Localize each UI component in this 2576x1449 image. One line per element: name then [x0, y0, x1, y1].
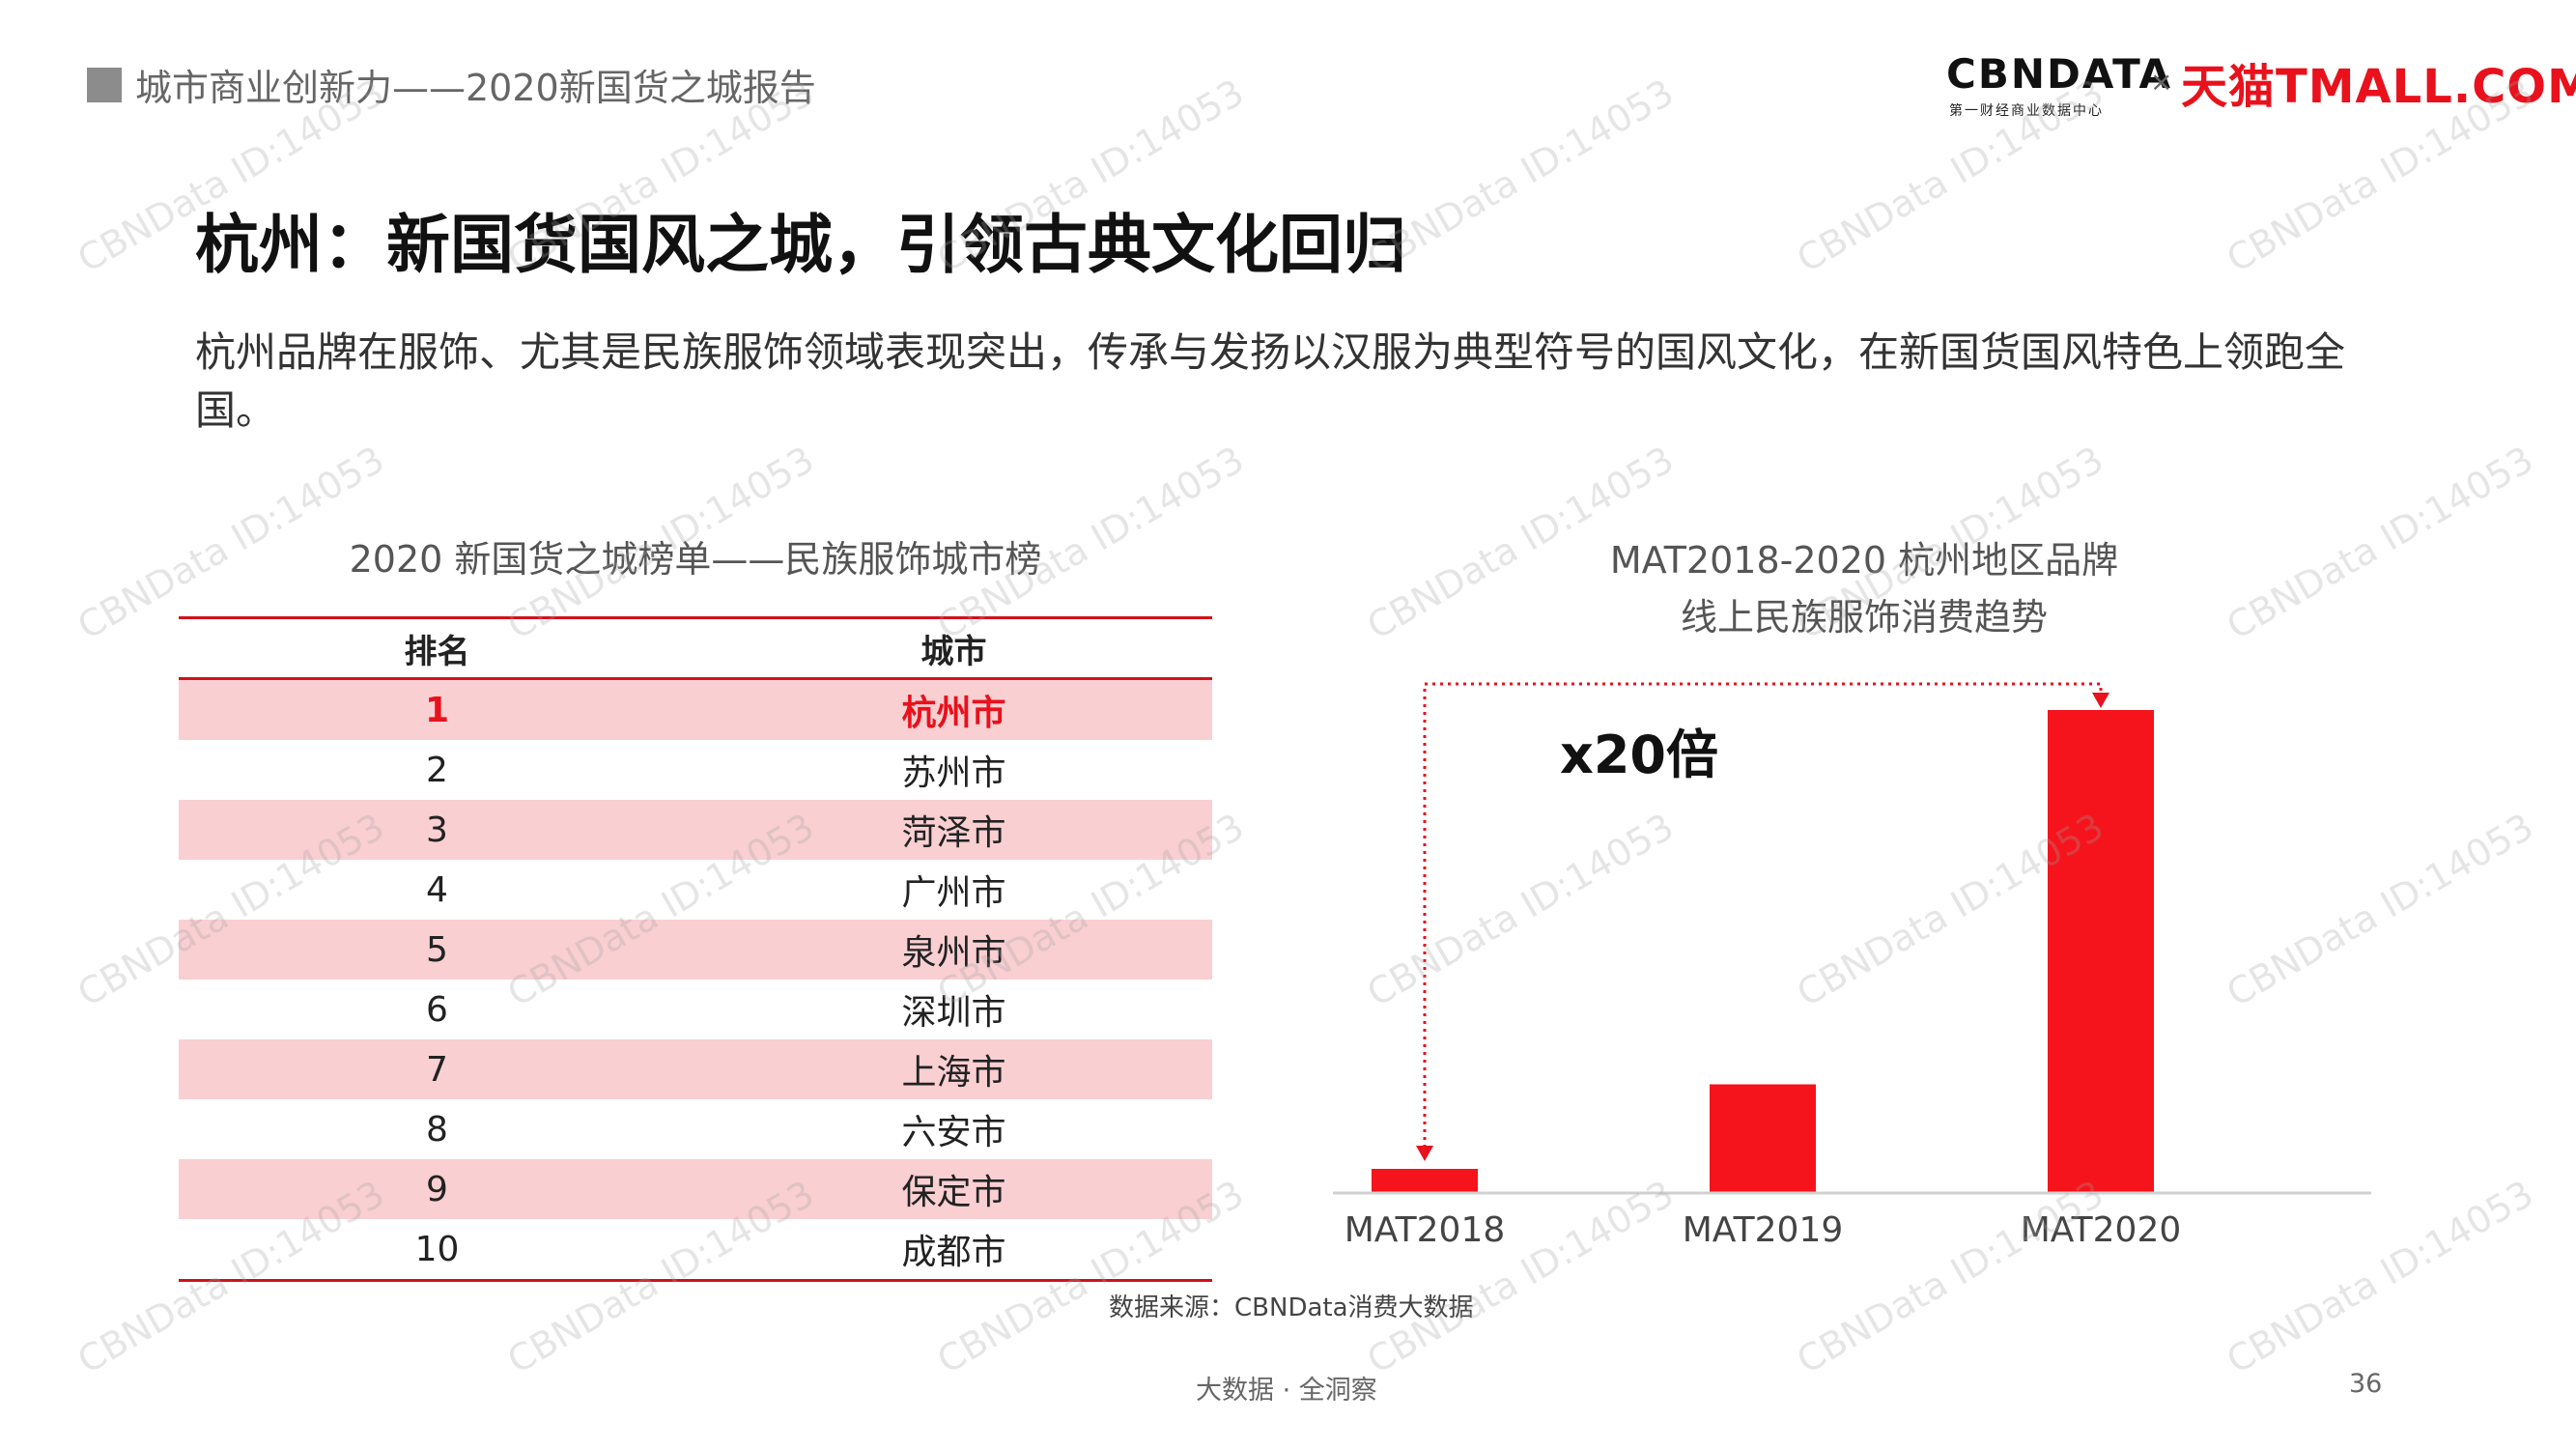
city-cell: 广州市: [901, 873, 1006, 913]
bar-mat2018: [1372, 1169, 1478, 1193]
city-cell: 深圳市: [901, 993, 1006, 1033]
rank-cell: 10: [179, 1219, 696, 1282]
growth-bracket-line: [1423, 682, 2103, 1148]
footer-slogan: 大数据 · 全洞察: [1196, 1376, 1377, 1406]
city-cell: 六安市: [901, 1113, 1006, 1152]
rank-cell: 2: [426, 750, 448, 790]
cbndata-logo: CBNDATA: [1946, 50, 2172, 98]
city-cell: 上海市: [695, 1039, 1212, 1099]
header-rank: 排名: [179, 616, 696, 680]
x-tick-label: MAT2018: [1345, 1210, 1506, 1250]
report-title: 城市商业创新力——2020新国货之城报告: [135, 67, 816, 109]
page-description: 杭州品牌在服饰、尤其是民族服饰领域表现突出，传承与发扬以汉服为典型符号的国风文化…: [195, 328, 2346, 434]
table-row: 7 上海市: [179, 1039, 1212, 1099]
x-tick-label: MAT2020: [2021, 1210, 2182, 1250]
rank-cell: 1: [179, 678, 696, 740]
watermark-text: CBNData ID:14053: [1359, 71, 1682, 281]
chart-bars: [1372, 710, 2154, 1193]
table-row: 5 泉州市: [179, 920, 1212, 980]
bar-mat2020: [2048, 710, 2154, 1193]
x-axis-ticks: MAT2018 MAT2019 MAT2020: [1345, 1210, 2182, 1250]
table-row: 8 六安市: [179, 1099, 1212, 1159]
ranking-table: 排名 城市 1 杭州市 2 苏州市 3 菏泽市 4 广州市 5 泉州市 6 深圳…: [179, 616, 1212, 1282]
city-cell: 杭州市: [695, 678, 1212, 740]
page-number: 36: [2349, 1369, 2383, 1399]
arrow-down-icon: [2092, 693, 2109, 708]
rank-cell: 8: [426, 1109, 448, 1150]
city-cell: 成都市: [695, 1219, 1212, 1282]
consumption-trend-chart: MAT2018-2020 杭州地区品牌 线上民族服饰消费趋势 x20倍 MAT2…: [1333, 539, 2371, 1250]
tmall-logo: 天猫TMALL.COM: [2181, 60, 2576, 114]
table-row: 4 广州市: [179, 860, 1212, 920]
city-cell: 泉州市: [695, 920, 1212, 980]
rank-cell: 7: [179, 1039, 696, 1099]
logo-separator-icon: ×: [2150, 66, 2173, 98]
rank-cell: 6: [426, 989, 448, 1030]
x-tick-label: MAT2019: [1683, 1210, 1844, 1250]
bar-mat2019: [1710, 1084, 1816, 1193]
table-header-row: 排名 城市: [179, 616, 1212, 680]
table-row: 1 杭州市: [179, 678, 1212, 740]
table-row: 6 深圳市: [179, 980, 1212, 1039]
growth-annotation: x20倍: [1560, 724, 1718, 785]
page-title: 杭州：新国货国风之城，引领古典文化回归: [195, 208, 1406, 282]
rank-cell: 4: [426, 869, 448, 910]
data-source: 数据来源：CBNData消费大数据: [1109, 1293, 1474, 1322]
header-city: 城市: [695, 616, 1212, 680]
chart-title: MAT2018-2020 杭州地区品牌: [1610, 539, 2118, 582]
header-square-icon: [87, 68, 122, 102]
rank-cell: 9: [179, 1159, 696, 1219]
table-row: 3 菏泽市: [179, 800, 1212, 860]
table-row: 10 成都市: [179, 1219, 1212, 1282]
chart-subtitle: 线上民族服饰消费趋势: [1681, 596, 2048, 639]
cbndata-logo-subtitle: 第一财经商业数据中心: [1949, 103, 2104, 119]
table-title: 2020 新国货之城榜单——民族服饰城市榜: [349, 538, 1042, 581]
rank-cell: 3: [179, 800, 696, 860]
city-cell: 苏州市: [901, 753, 1006, 793]
city-cell: 菏泽市: [695, 800, 1212, 860]
rank-cell: 5: [179, 920, 696, 980]
table-row: 9 保定市: [179, 1159, 1212, 1219]
arrow-down-icon: [1416, 1146, 1433, 1161]
table-row: 2 苏州市: [179, 740, 1212, 800]
city-cell: 保定市: [695, 1159, 1212, 1219]
